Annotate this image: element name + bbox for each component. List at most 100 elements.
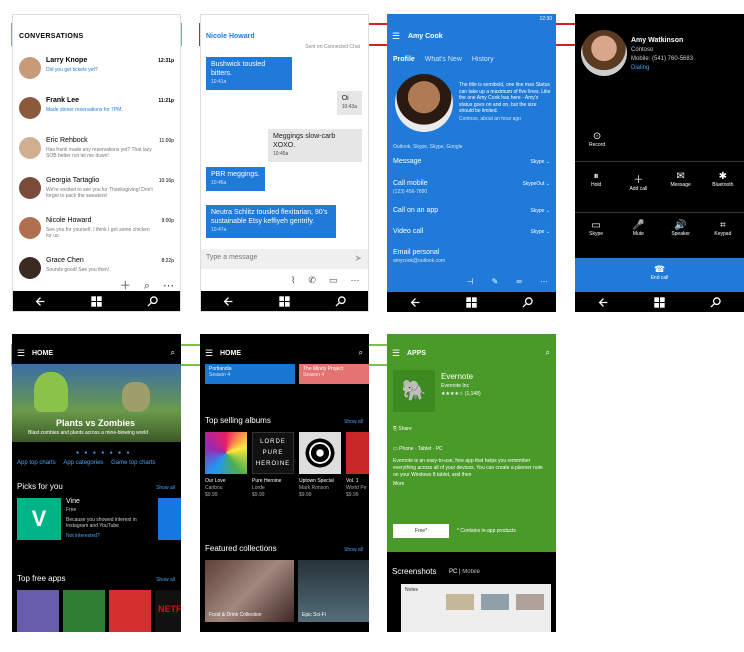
more-icon[interactable]: ⋯ bbox=[540, 277, 548, 292]
call-button[interactable]: ＋ Add call bbox=[621, 171, 655, 192]
contact-action[interactable]: Message Skype ⌄ bbox=[387, 158, 556, 176]
video-icon[interactable]: ▭ bbox=[329, 275, 351, 285]
attach-icon[interactable]: ⌇ bbox=[291, 275, 308, 285]
hamburger-icon[interactable]: ☰ bbox=[392, 348, 400, 359]
search-icon[interactable] bbox=[146, 295, 159, 308]
not-interested-link[interactable]: Not interested? bbox=[66, 533, 100, 539]
edit-icon[interactable]: ✎ bbox=[492, 277, 499, 292]
call-button[interactable]: 🎤 Mute bbox=[621, 220, 655, 237]
hamburger-icon[interactable]: ☰ bbox=[205, 348, 213, 359]
action-via[interactable]: Skype ⌄ bbox=[531, 229, 551, 235]
show-all-link[interactable]: Show all bbox=[156, 485, 175, 491]
album-art-vol-1[interactable] bbox=[346, 432, 369, 474]
back-icon[interactable] bbox=[222, 295, 235, 308]
action-via[interactable]: Skype ⌄ bbox=[531, 208, 551, 214]
contact-action[interactable]: Call on an app Skype ⌄ bbox=[387, 207, 556, 225]
action-via[interactable]: Skype ⌄ bbox=[531, 159, 551, 165]
end-call-button[interactable]: ☎ End call bbox=[575, 258, 744, 292]
call-button[interactable]: ⏸ Hold bbox=[579, 171, 613, 192]
conversation-item[interactable]: Nicole Howard 9:00p See you for yourself… bbox=[13, 213, 180, 251]
app-tile-whatsapp[interactable] bbox=[63, 590, 105, 632]
chevron-down-icon: ⌄ bbox=[545, 208, 550, 214]
search-icon[interactable] bbox=[521, 296, 534, 309]
app-tile-viber[interactable] bbox=[17, 590, 59, 632]
hero-banner[interactable]: Plants vs Zombies Blast zombies and plan… bbox=[12, 364, 181, 442]
free-button[interactable]: Free* bbox=[393, 524, 449, 538]
back-icon[interactable] bbox=[34, 295, 47, 308]
link-game-top-charts[interactable]: Game top charts bbox=[111, 460, 155, 466]
app-tile-acrobat[interactable] bbox=[109, 590, 151, 632]
tile-portlandia[interactable]: Portlandia Season 4 bbox=[205, 364, 295, 384]
tab-pc[interactable]: PC bbox=[449, 569, 457, 575]
album-art-our-love[interactable] bbox=[205, 432, 247, 474]
call-button[interactable]: ▭ Skype bbox=[579, 220, 613, 237]
contact-action[interactable]: Email personal amycook@outlook.com bbox=[387, 249, 556, 267]
conversations-title: CONVERSATIONS bbox=[19, 33, 84, 40]
back-icon[interactable] bbox=[597, 296, 610, 309]
link-app-top-charts[interactable]: App top charts bbox=[17, 460, 56, 466]
call-button[interactable]: 🔊 Speaker bbox=[664, 220, 698, 237]
call-button[interactable]: ✱ Bluetooth bbox=[706, 171, 740, 192]
tab-mobile[interactable]: Mobile bbox=[462, 569, 480, 575]
show-all-link[interactable]: Show all bbox=[344, 419, 363, 425]
message-input[interactable] bbox=[206, 254, 336, 261]
show-all-link[interactable]: Show all bbox=[156, 577, 175, 583]
conversation-item[interactable]: Georgia Tartaglio 10:16p We're excited t… bbox=[13, 173, 180, 211]
conversation-item[interactable]: Frank Lee 11:21p Made dinner reservation… bbox=[13, 93, 180, 131]
search-icon[interactable] bbox=[334, 295, 347, 308]
more-link[interactable]: More bbox=[393, 481, 404, 487]
add-call-icon: ＋ bbox=[633, 175, 644, 186]
action-via-label: Skype bbox=[530, 159, 545, 165]
show-all-link[interactable]: Show all bbox=[344, 547, 363, 553]
send-icon[interactable]: ➤ bbox=[354, 253, 362, 264]
search-icon[interactable]: ⌕ bbox=[359, 348, 363, 358]
phone-apps: ☰ APPS ⌕ 🐘 Evernote Evernote Inc ★★★★☆ (… bbox=[387, 334, 556, 632]
pin-icon[interactable]: ⊣ bbox=[467, 277, 474, 292]
link-app-categories[interactable]: App categories bbox=[63, 460, 103, 466]
album-info: Vol. 1 World Pe $9.99 bbox=[346, 478, 366, 499]
windows-icon[interactable] bbox=[278, 295, 291, 308]
windows-icon[interactable] bbox=[653, 296, 666, 309]
contact-action[interactable]: Call mobile (123) 456-7890 SkypeOut ⌄ bbox=[387, 180, 556, 198]
chevron-down-icon: ⌄ bbox=[545, 229, 550, 235]
tab-history[interactable]: History bbox=[472, 56, 494, 63]
call-button[interactable]: ✉ Message bbox=[664, 171, 698, 192]
call-button[interactable]: ⌗ Keypad bbox=[706, 220, 740, 237]
hamburger-icon[interactable]: ☰ bbox=[17, 348, 25, 359]
tab-whats-new[interactable]: What's New bbox=[425, 56, 462, 63]
tile-mindy[interactable]: The Mindy Project Season 4 bbox=[299, 364, 369, 384]
tab-profile[interactable]: Profile bbox=[393, 56, 415, 63]
windows-icon[interactable] bbox=[465, 296, 478, 309]
vine-tile[interactable]: V bbox=[17, 498, 61, 540]
link-icon[interactable]: ∞ bbox=[516, 277, 522, 292]
conversation-item[interactable]: Larry Knope 12:31p Did you get tickets y… bbox=[13, 53, 180, 91]
albums-title: Top selling albums bbox=[205, 416, 271, 425]
record-button[interactable]: ⊙ Record bbox=[589, 131, 605, 148]
search-icon[interactable] bbox=[709, 296, 722, 309]
contact-tabs: Profile What's New History bbox=[393, 56, 494, 63]
search-icon[interactable]: ⌕ bbox=[546, 348, 550, 358]
screenshot-image[interactable]: Notes bbox=[401, 584, 551, 632]
search-icon[interactable]: ⌕ bbox=[171, 348, 175, 358]
back-icon[interactable] bbox=[409, 296, 422, 309]
more-icon[interactable]: ⋯ bbox=[350, 275, 368, 285]
action-via[interactable]: SkypeOut ⌄ bbox=[522, 181, 550, 187]
share-button[interactable]: ⎘ Share bbox=[393, 426, 412, 432]
status-bar-time: 12:30 bbox=[539, 16, 552, 22]
app-publisher: Evernote Inc bbox=[441, 383, 470, 389]
app-devices: ▭ Phone · Tablet · PC bbox=[393, 446, 443, 452]
windows-icon[interactable] bbox=[90, 295, 103, 308]
screenshots-title: Screenshots bbox=[392, 567, 437, 576]
collection-epic-sci-fi[interactable]: Epic Sci-Fi bbox=[298, 560, 369, 622]
conversation-item[interactable]: Eric Rehbock 11:00p Has frank made any r… bbox=[13, 133, 180, 171]
app-tile-netflix[interactable]: NETFL bbox=[155, 590, 181, 632]
album-art-pure-heroine[interactable]: LORDE PURE HEROINE bbox=[252, 432, 294, 474]
hamburger-icon[interactable]: ☰ bbox=[392, 31, 400, 42]
collection-food-drink[interactable]: Food & Drink Collection bbox=[205, 560, 294, 622]
phone-icon[interactable]: ✆ bbox=[308, 275, 329, 285]
screenshot-thumb bbox=[516, 594, 544, 610]
contact-action[interactable]: Video call Skype ⌄ bbox=[387, 228, 556, 246]
shazam-tile[interactable] bbox=[158, 498, 181, 540]
call-button-label: Speaker bbox=[671, 231, 690, 237]
album-art-uptown-special[interactable] bbox=[299, 432, 341, 474]
